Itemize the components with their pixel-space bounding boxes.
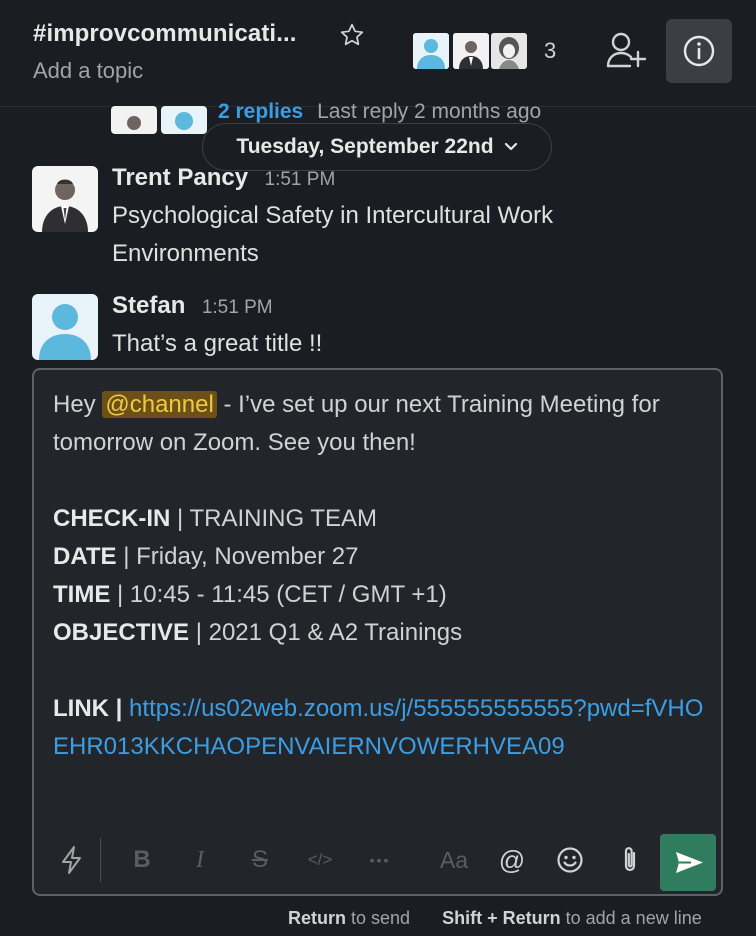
checkin-value: | TRAINING TEAM [170, 505, 378, 532]
hint-return: Return [288, 908, 346, 928]
paperclip-icon [624, 847, 636, 872]
formatting-toolbar: B I S </> ••• Aa @ [34, 832, 721, 892]
more-formatting-button[interactable]: ••• [360, 832, 400, 888]
add-topic-link[interactable]: Add a topic [33, 58, 143, 84]
objective-label: OBJECTIVE [53, 619, 190, 646]
toolbar-divider [100, 838, 101, 882]
chevron-down-icon [504, 142, 517, 151]
reply-avatar [161, 106, 207, 134]
message-avatar[interactable] [32, 294, 98, 360]
hint-to-send: to send [351, 908, 411, 928]
user-photo-icon [453, 33, 489, 69]
reply-avatar [111, 106, 157, 134]
user-drawing-icon [491, 33, 527, 69]
lightning-icon [62, 846, 81, 874]
mention-button[interactable]: @ [492, 832, 532, 888]
message-header: Stefan 1:51 PM [112, 292, 273, 320]
objective-value: | 2021 Q1 & A2 Trainings [189, 619, 463, 646]
user-photo-icon [32, 166, 98, 232]
date-label: DATE [53, 543, 117, 570]
zoom-link[interactable]: https://us02web.zoom.us/j/555555555555?p… [53, 695, 703, 760]
channel-mention[interactable]: @channel [102, 391, 217, 418]
star-icon[interactable] [339, 22, 365, 48]
italic-button[interactable]: I [180, 832, 220, 888]
channel-details-button[interactable] [666, 19, 732, 83]
time-value: | 10:45 - 11:45 (CET / GMT +1) [110, 581, 447, 608]
default-user-icon [161, 106, 207, 134]
channel-name[interactable]: #improvcommunicati... [33, 20, 297, 48]
strikethrough-button[interactable]: S [240, 832, 280, 888]
add-member-icon[interactable] [605, 30, 647, 70]
hint-new-line: to add a new line [565, 908, 702, 928]
message-timestamp[interactable]: 1:51 PM [265, 169, 336, 190]
hint-shift-return: Shift + Return [442, 908, 561, 928]
message-composer[interactable]: Hey @channel - I’ve set up our next Trai… [32, 368, 723, 896]
emoji-button[interactable] [550, 832, 590, 888]
code-button[interactable]: </> [300, 832, 340, 888]
message-author[interactable]: Trent Pancy [112, 164, 248, 191]
thread-last-reply: Last reply 2 months ago [317, 100, 542, 123]
default-user-icon [413, 33, 449, 69]
info-icon [683, 35, 715, 67]
date-value: | Friday, November 27 [116, 543, 359, 570]
send-icon [676, 852, 703, 873]
thread-replies-link[interactable]: 2 replies [218, 100, 303, 123]
checkin-label: CHECK-IN [53, 505, 171, 532]
send-button[interactable] [660, 834, 716, 891]
formatting-toggle-button[interactable]: Aa [432, 832, 476, 888]
user-photo-icon [111, 106, 157, 134]
composer-text: Hey [53, 391, 96, 418]
composer-input[interactable]: Hey @channel - I’ve set up our next Trai… [53, 386, 713, 766]
default-user-icon [32, 294, 98, 360]
member-avatar[interactable] [451, 31, 491, 71]
send-hint: Return to send Shift + Return to add a n… [288, 908, 702, 929]
emoji-icon [557, 847, 583, 873]
date-divider-label: Tuesday, September 22nd [236, 135, 494, 158]
link-label: LINK | [53, 695, 123, 722]
thread-summary[interactable]: 2 replies Last reply 2 months ago [218, 100, 541, 124]
message-timestamp[interactable]: 1:51 PM [202, 297, 273, 318]
message-author[interactable]: Stefan [112, 292, 185, 319]
message-avatar[interactable] [32, 166, 98, 232]
member-avatar[interactable] [489, 31, 529, 71]
message-text: That’s a great title !! [112, 330, 323, 357]
message-header: Trent Pancy 1:51 PM [112, 164, 335, 192]
message-text: Psychological Safety in Intercultural Wo… [112, 202, 554, 267]
member-count[interactable]: 3 [544, 38, 556, 64]
shortcuts-button[interactable] [52, 832, 92, 888]
member-avatar[interactable] [411, 31, 451, 71]
bold-button[interactable]: B [122, 832, 162, 888]
time-label: TIME [53, 581, 111, 608]
attach-button[interactable] [610, 832, 650, 888]
